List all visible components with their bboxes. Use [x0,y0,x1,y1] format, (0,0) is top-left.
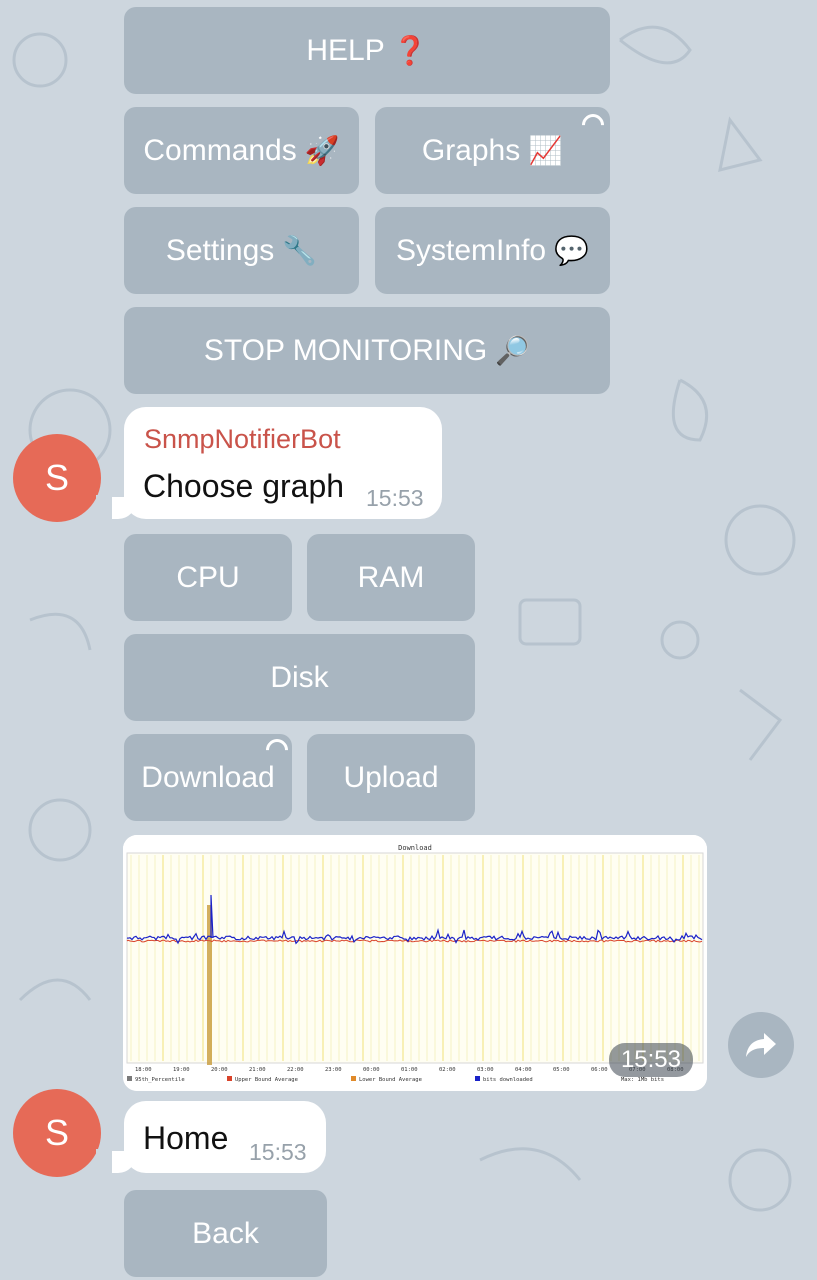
cpu-button[interactable]: CPU [124,534,292,621]
avatar-letter: S [44,457,69,498]
question-mark-icon: ❓ [392,35,428,66]
settings-button[interactable]: Settings 🔧 [124,207,359,294]
commands-label: Commands [143,133,297,167]
share-arrow-icon [746,1033,776,1057]
legend-label: 95th_Percentile [135,1077,185,1083]
graph-title: Download [398,844,432,852]
x-tick-label: 03:00 [477,1067,494,1073]
help-button[interactable]: HELP ❓ [124,7,610,94]
ram-label: RAM [357,560,425,594]
message-text: Home [143,1120,229,1156]
legend-swatch [613,1076,618,1081]
x-tick-label: 05:00 [553,1067,570,1073]
rocket-icon: 🚀 [304,135,340,166]
legend-swatch [475,1076,480,1081]
x-tick-label: 06:00 [591,1067,608,1073]
settings-label: Settings [165,233,275,267]
x-tick-label: 00:00 [363,1067,380,1073]
legend-swatch [127,1076,132,1081]
back-button[interactable]: Back [124,1190,327,1277]
systeminfo-label: SystemInfo [396,233,547,267]
ram-button[interactable]: RAM [307,534,475,621]
graphs-button[interactable]: Graphs 📈 [375,107,610,194]
download-label: Download [141,760,275,794]
x-tick-label: 23:00 [325,1067,342,1073]
wrench-icon: 🔧 [282,235,318,266]
loading-spinner-icon [577,109,609,141]
stop-monitoring-label: STOP MONITORING [203,333,488,367]
message-time: 15:53 [249,1139,307,1165]
message-bubble[interactable]: SnmpNotifierBot Choose graph 15:53 [96,407,442,519]
x-tick-label: 01:00 [401,1067,418,1073]
stop-monitoring-button[interactable]: STOP MONITORING 🔎 [124,307,610,394]
x-tick-label: 18:00 [135,1067,152,1073]
x-tick-label: 22:00 [287,1067,304,1073]
disk-button[interactable]: Disk [124,634,475,721]
speech-balloon-icon: 💬 [554,235,589,266]
chart-increasing-icon: 📈 [528,135,564,166]
help-label: HELP [306,33,385,67]
x-tick-label: 19:00 [173,1067,190,1073]
upload-label: Upload [343,760,439,794]
graph-photo[interactable]: Download 18:00 19:00 20:00 21:00 22:00 23:00 0… [123,835,707,1091]
back-label: Back [192,1216,259,1250]
legend-swatch [227,1076,232,1081]
x-tick-label: 21:00 [249,1067,266,1073]
avatar[interactable]: S [13,1089,101,1177]
legend-label: Lower Bound Average [359,1077,422,1083]
magnifying-glass-icon: 🔎 [495,335,531,366]
graphs-label: Graphs [421,133,521,167]
x-tick-label: 20:00 [211,1067,228,1073]
cpu-label: CPU [176,560,240,594]
x-tick-label: 02:00 [439,1067,456,1073]
avatar[interactable]: S [13,434,101,522]
legend-swatch [351,1076,356,1081]
message-bubble[interactable]: Home 15:53 [96,1101,326,1173]
avatar-letter: S [44,1112,69,1153]
upload-button[interactable]: Upload [307,734,475,821]
graph-x-ticks: 18:00 19:00 20:00 21:00 22:00 23:00 00:00 01:00… [135,1067,684,1073]
download-button[interactable]: Download [124,734,293,821]
forward-button[interactable] [728,1012,794,1078]
sender-name[interactable]: SnmpNotifierBot [144,424,341,455]
photo-time: 15:53 [608,1043,693,1077]
legend-label: Upper Bound Average [235,1077,298,1083]
message-time: 15:53 [366,485,424,511]
legend-label: bits downloaded [483,1077,533,1083]
systeminfo-button[interactable]: SystemInfo 💬 [375,207,610,294]
commands-button[interactable]: Commands 🚀 [124,107,359,194]
message-text: Choose graph [143,468,345,504]
x-tick-label: 04:00 [515,1067,532,1073]
disk-label: Disk [270,660,329,694]
legend-label: Max: 1Mb bits [621,1077,664,1083]
